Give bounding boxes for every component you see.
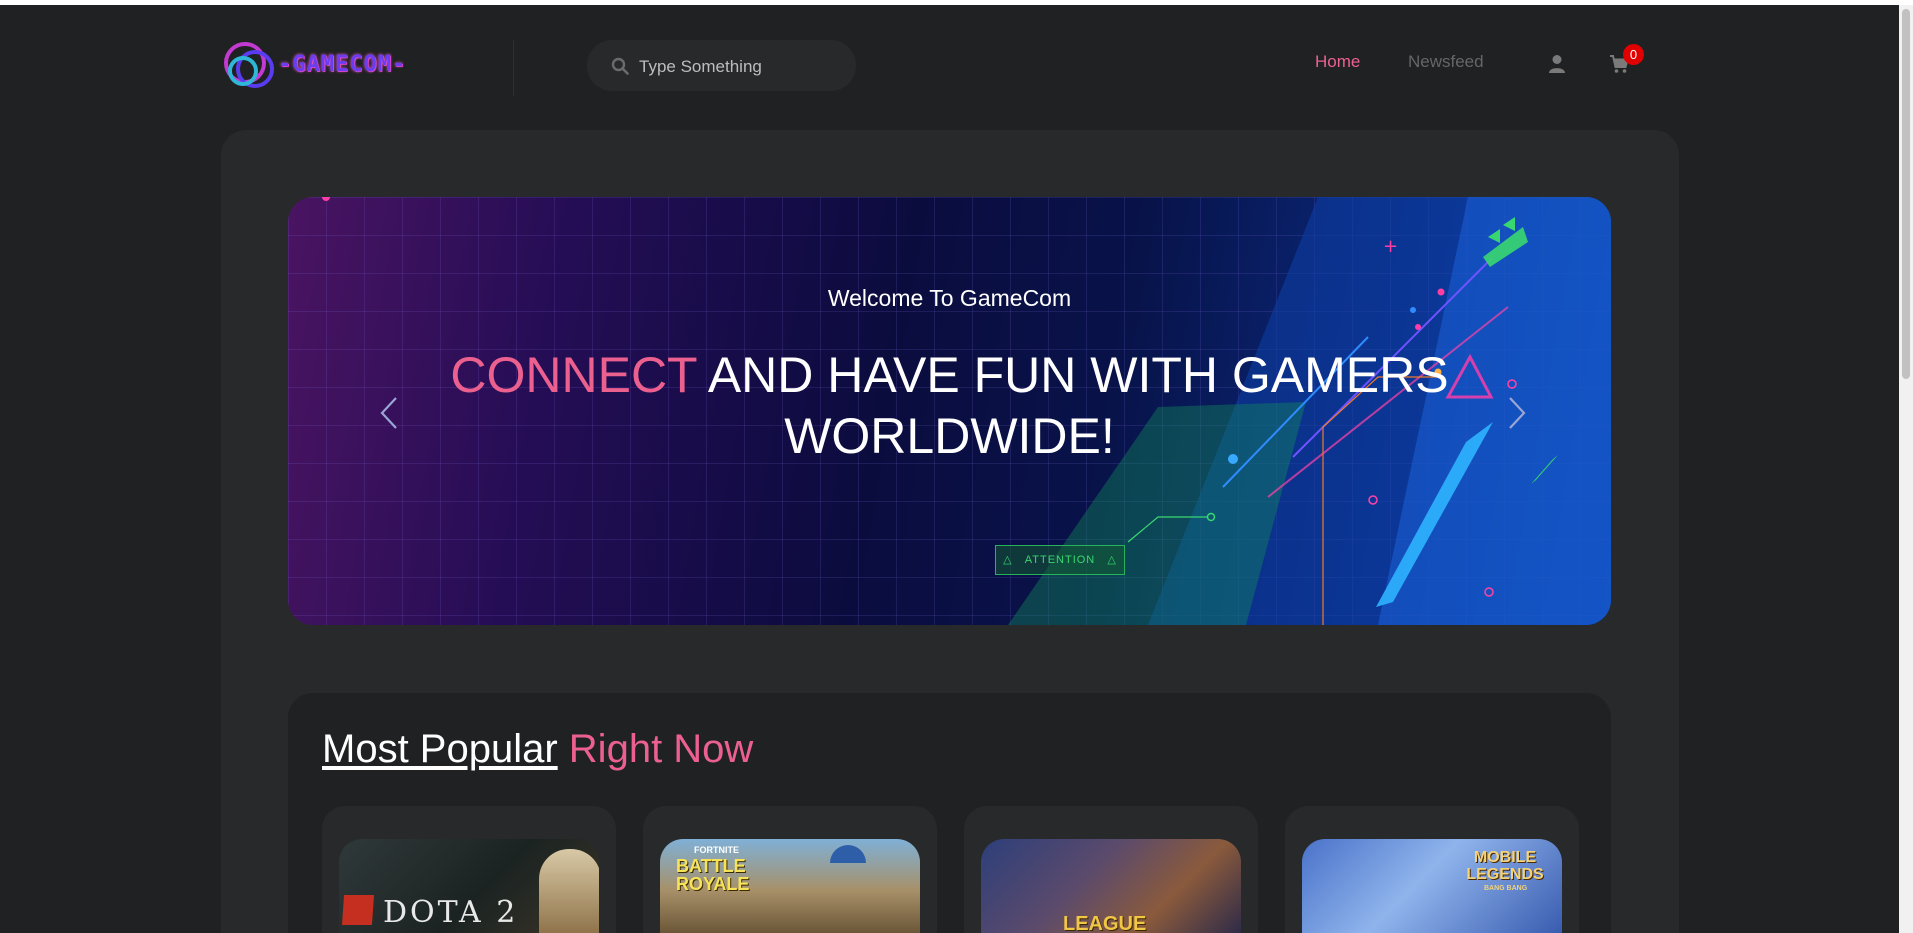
logo-text: -GAMECOM- <box>278 51 407 77</box>
warning-icon: △ <box>1095 554 1117 566</box>
search-bar[interactable] <box>587 40 856 93</box>
logo[interactable]: -GAMECOM- <box>222 38 406 90</box>
fortnite-cover[interactable]: FORTNITE BATTLE ROYALE <box>660 839 920 933</box>
attention-badge: △ ATTENTION △ <box>995 545 1125 575</box>
section-title-part1: Most Popular <box>322 727 558 771</box>
section-title: Most Popular Right Now <box>322 727 753 772</box>
game-name: MOBILE LEGENDS <box>1466 849 1544 883</box>
logo-icon <box>222 38 274 90</box>
dota2-logo-icon <box>341 895 375 925</box>
game-name: LEAGUE <box>1063 913 1147 933</box>
section-title-part2: Right Now <box>568 727 754 771</box>
banner-heading: CONNECT AND HAVE FUN WITH GAMERS WORLDWI… <box>418 345 1481 467</box>
carousel-next-icon[interactable] <box>1504 395 1530 431</box>
browser-top-strip <box>0 0 1913 5</box>
search-icon <box>611 57 629 75</box>
most-popular-section: Most Popular Right Now DOTA 2 FORTNITE B… <box>288 693 1611 933</box>
dota2-hero-art <box>539 849 599 933</box>
nav-newsfeed[interactable]: Newsfeed <box>1408 52 1484 72</box>
glider-icon <box>830 845 866 863</box>
game-name: BATTLE ROYALE <box>676 856 750 894</box>
dota2-cover[interactable]: DOTA 2 <box>339 839 599 933</box>
league-of-legends-cover[interactable]: LEAGUE <box>981 839 1241 933</box>
scrollbar[interactable] <box>1899 5 1913 933</box>
attention-label: ATTENTION <box>1024 554 1096 566</box>
nav-home[interactable]: Home <box>1315 52 1360 72</box>
game-name: DOTA 2 <box>383 895 519 930</box>
game-card-fortnite[interactable]: FORTNITE BATTLE ROYALE <box>643 806 937 933</box>
banner-welcome: Welcome To GameCom <box>827 285 1072 311</box>
warning-icon: △ <box>1003 554 1025 566</box>
user-icon[interactable] <box>1548 54 1566 74</box>
banner-heading-rest: AND HAVE FUN WITH GAMERS WORLDWIDE! <box>696 347 1449 464</box>
game-card-dota2[interactable]: DOTA 2 <box>322 806 616 933</box>
search-input[interactable] <box>637 40 841 93</box>
carousel-prev-icon[interactable] <box>376 395 402 431</box>
banner-heading-accent: CONNECT <box>450 347 697 403</box>
header-divider <box>513 40 514 96</box>
svg-text:+: + <box>1383 236 1398 257</box>
mobile-legends-cover[interactable]: MOBILE LEGENDS BANG BANG <box>1302 839 1562 933</box>
scrollbar-thumb[interactable] <box>1902 9 1910 379</box>
game-card-mobile-legends[interactable]: MOBILE LEGENDS BANG BANG <box>1285 806 1579 933</box>
site-header: -GAMECOM- Home Newsfeed 0 <box>220 30 1644 100</box>
hero-banner: + Welcome To GameCom CONNECT AND HAVE FU… <box>288 197 1611 625</box>
cart-count-badge: 0 <box>1623 44 1644 65</box>
game-card-league[interactable]: LEAGUE <box>964 806 1258 933</box>
game-tag: BANG BANG <box>1484 885 1528 892</box>
game-tag: FORTNITE <box>694 845 739 855</box>
